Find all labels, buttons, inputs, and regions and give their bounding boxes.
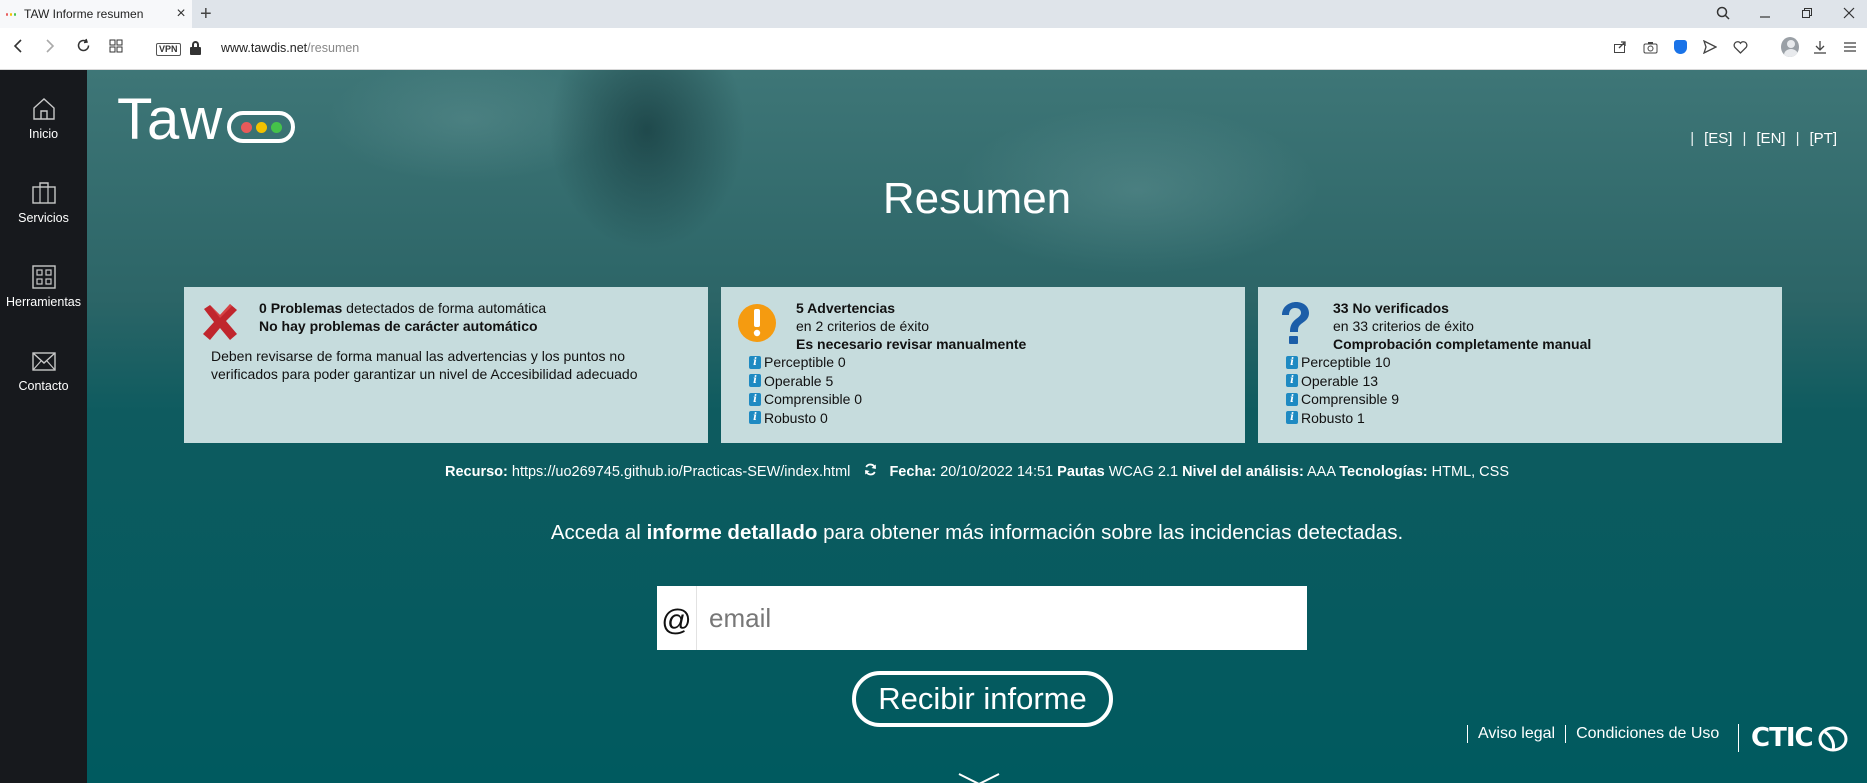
ctic-logo-text: CTIC (1751, 723, 1814, 753)
sidebar-item-label: Inicio (28, 127, 59, 141)
resource-url: https://uo269745.github.io/Practicas-SEW… (511, 464, 851, 480)
download-icon[interactable] (1811, 38, 1829, 56)
window-controls (1713, 0, 1859, 28)
minimize-icon[interactable] (1755, 6, 1775, 22)
back-icon[interactable] (8, 38, 28, 58)
info-icon: i (1286, 374, 1298, 388)
logo-text: Taw (117, 87, 224, 152)
browser-toolbar (1611, 37, 1859, 57)
criterion-item[interactable]: i Operable 5 (749, 372, 862, 391)
problems-subtitle: No hay problemas de carácter automático (259, 318, 538, 334)
briefcase-icon (31, 182, 56, 204)
browser-addressbar: VPN www.tawdis.net/resumen (0, 28, 1867, 70)
warnings-criteria-list: i Perceptible 0 i Operable 5 i Comprensible… (749, 353, 862, 427)
url-field[interactable]: www.tawdis.net/resumen (221, 41, 359, 55)
sidebar-item-contacto[interactable]: Contacto (0, 348, 87, 393)
ctic-swirl-icon (1818, 726, 1848, 752)
question-mark-icon (1282, 302, 1309, 344)
problems-summary: 0 Problemas detectados de forma automáti… (259, 300, 547, 334)
sidebar-item-label: Contacto (18, 379, 69, 393)
criterion-item[interactable]: i Perceptible 0 (749, 353, 862, 372)
send-icon[interactable] (1701, 38, 1719, 56)
email-input[interactable] (697, 588, 1307, 648)
browser-tab[interactable]: TAW Informe resumen × (0, 0, 192, 28)
main-area: Taw | [ES] | [EN] | [PT] Resumen 0 Problema… (87, 70, 1867, 783)
grid-icon (31, 265, 56, 289)
info-icon: i (749, 411, 761, 425)
heart-icon[interactable] (1731, 38, 1749, 56)
analysis-info: Recurso: https://uo269745.github.io/Prac… (444, 463, 1509, 480)
unverified-criteria-list: i Perceptible 10 i Operable 13 i Comprensib… (1286, 353, 1399, 427)
unverified-summary: 33 No verificados en 33 criterios de éxi… (1333, 300, 1592, 352)
ctic-logo[interactable]: CTIC (1738, 720, 1849, 756)
page-title: Resumen (882, 174, 1072, 223)
warnings-summary: 5 Advertencias en 2 criterios de éxito E… (796, 300, 1027, 352)
close-window-icon[interactable] (1839, 6, 1859, 22)
forward-icon[interactable] (40, 38, 60, 58)
lang-pt-link[interactable]: [PT] (1809, 130, 1837, 147)
vpn-badge[interactable]: VPN (156, 43, 181, 56)
browser-titlebar: TAW Informe resumen × + (0, 0, 1867, 28)
sidebar-item-servicios[interactable]: Servicios (0, 180, 87, 225)
error-cross-icon (203, 304, 237, 340)
info-icon: i (749, 392, 761, 406)
new-tab-icon[interactable]: + (200, 2, 212, 26)
reload-icon[interactable] (73, 38, 93, 58)
language-selector: | [ES] | [EN] | [PT] (1690, 130, 1837, 147)
sidebar-item-inicio[interactable]: Inicio (0, 96, 87, 141)
info-icon: i (1286, 355, 1298, 369)
menu-icon[interactable] (1841, 38, 1859, 56)
traffic-light-icon (227, 111, 296, 143)
email-form: @ (657, 586, 1307, 650)
sidebar-item-label: Herramientas (5, 295, 82, 309)
scroll-down-chevron-icon[interactable] (957, 772, 1001, 783)
receive-report-button[interactable]: Recibir informe (852, 671, 1113, 727)
detailed-report-link: informe detallado (646, 521, 818, 544)
taw-favicon-icon (6, 11, 16, 17)
criterion-item[interactable]: i Robusto 1 (1286, 409, 1399, 428)
warnings-card: 5 Advertencias en 2 criterios de éxito E… (721, 287, 1245, 443)
info-icon: i (1286, 411, 1298, 425)
restore-icon[interactable] (1797, 6, 1817, 22)
lang-es-link[interactable]: [ES] (1704, 130, 1732, 147)
lock-icon[interactable] (190, 41, 201, 55)
criterion-item[interactable]: i Perceptible 10 (1286, 353, 1399, 372)
warning-icon (738, 304, 776, 342)
search-tabs-icon[interactable] (1713, 6, 1733, 23)
mail-icon (31, 352, 56, 371)
criterion-item[interactable]: i Comprensible 0 (749, 390, 862, 409)
taw-logo[interactable]: Taw (117, 87, 296, 152)
problems-body: Deben revisarse de forma manual las adve… (211, 348, 638, 382)
camera-icon[interactable] (1641, 38, 1659, 56)
sidebar: Inicio Servicios Herramientas Contacto (0, 70, 87, 783)
legal-notice-link[interactable]: Aviso legal (1478, 725, 1555, 743)
criterion-item[interactable]: i Comprensible 9 (1286, 390, 1399, 409)
problems-card: 0 Problemas detectados de forma automáti… (184, 287, 708, 443)
terms-of-use-link[interactable]: Condiciones de Uso (1576, 725, 1719, 743)
at-sign-icon: @ (657, 586, 697, 650)
criterion-item[interactable]: i Operable 13 (1286, 372, 1399, 391)
tab-close-icon[interactable]: × (170, 5, 192, 23)
info-icon: i (749, 355, 761, 369)
sidebar-item-herramientas[interactable]: Herramientas (0, 264, 87, 309)
refresh-icon[interactable] (864, 463, 877, 480)
sidebar-item-label: Servicios (18, 211, 69, 225)
info-icon: i (1286, 392, 1298, 406)
info-icon: i (749, 374, 761, 388)
profile-avatar-icon[interactable] (1781, 37, 1799, 57)
share-icon[interactable] (1611, 38, 1629, 56)
adblock-shield-icon[interactable] (1671, 38, 1689, 56)
page-content: Inicio Servicios Herramientas Contacto T… (0, 70, 1867, 783)
home-icon (32, 98, 55, 120)
tiles-icon[interactable] (106, 38, 126, 58)
tab-title: TAW Informe resumen (24, 7, 144, 21)
detailed-report-prompt: Acceda al informe detallado para obtener… (550, 521, 1404, 544)
footer-links: Aviso legal Condiciones de Uso (1457, 725, 1719, 743)
lang-en-link[interactable]: [EN] (1756, 130, 1785, 147)
unverified-card: 33 No verificados en 33 criterios de éxi… (1258, 287, 1782, 443)
criterion-item[interactable]: i Robusto 0 (749, 409, 862, 428)
